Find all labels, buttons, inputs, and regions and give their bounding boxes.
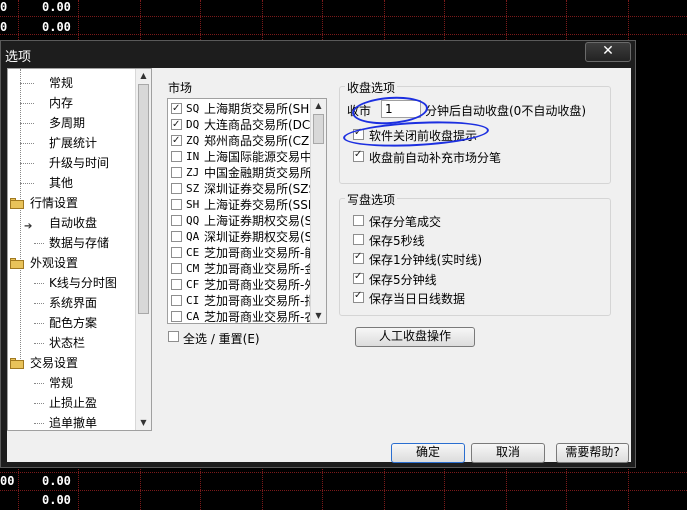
help-button[interactable]: 需要帮助? <box>556 443 629 463</box>
scroll-down-icon[interactable]: ▼ <box>136 416 151 430</box>
manual-close-button[interactable]: 人工收盘操作 <box>355 327 475 347</box>
market-checkbox[interactable] <box>171 133 182 149</box>
tree-item-appearance[interactable]: 外观设置 <box>8 253 136 273</box>
tree-item-stop-loss[interactable]: 止损止盈 <box>8 393 136 413</box>
tree-item-trade-settings[interactable]: 交易设置 <box>8 353 136 373</box>
write-option-checkbox[interactable] <box>353 271 364 284</box>
select-all-checkbox[interactable] <box>168 331 179 342</box>
tree-item-multi-period[interactable]: 多周期 <box>8 113 136 133</box>
market-scrollbar[interactable]: ▲ ▼ <box>310 99 326 323</box>
write-option-checkbox[interactable] <box>353 234 364 245</box>
market-checkbox[interactable] <box>171 151 182 162</box>
background-value: 0 <box>0 0 8 14</box>
write-option-checkbox[interactable] <box>353 290 364 303</box>
market-checkbox[interactable] <box>171 101 182 117</box>
close-button[interactable]: ✕ <box>585 42 631 62</box>
background-value: 0.00 <box>42 474 71 488</box>
market-checkbox[interactable] <box>171 311 182 322</box>
tree-item-general[interactable]: 常规 <box>8 73 136 93</box>
fill-ticks-checkbox[interactable] <box>353 149 364 162</box>
market-checkbox[interactable] <box>171 215 182 226</box>
tree-item-extended-stats[interactable]: 扩展统计 <box>8 133 136 153</box>
close-after-suffix: 分钟后自动收盘(0不自动收盘) <box>425 104 586 118</box>
settings-tree: 常规 内存 多周期 扩展统计 升级与时间 其他 行情设置 ➔ 自动收盘 数据与存… <box>7 68 152 431</box>
market-checkbox[interactable] <box>171 167 182 178</box>
write-option[interactable]: 保存当日日线数据 <box>353 290 553 306</box>
tree-item-upgrade-time[interactable]: 升级与时间 <box>8 153 136 173</box>
write-option-checkbox[interactable] <box>353 251 364 264</box>
folder-icon <box>10 198 24 209</box>
dialog-client: 常规 内存 多周期 扩展统计 升级与时间 其他 行情设置 ➔ 自动收盘 数据与存… <box>7 68 631 463</box>
fill-ticks-option[interactable]: 收盘前自动补充市场分笔 <box>353 149 573 165</box>
close-options-title: 收盘选项 <box>345 79 398 96</box>
background-value: 0.00 <box>42 493 71 507</box>
tree-item-memory[interactable]: 内存 <box>8 93 136 113</box>
scroll-up-icon[interactable]: ▲ <box>311 99 326 113</box>
write-option[interactable]: 保存1分钟线(实时线) <box>353 251 553 267</box>
background-value: 0.00 <box>42 20 71 34</box>
write-option-checkbox[interactable] <box>353 215 364 226</box>
cancel-button[interactable]: 取消 <box>471 443 545 463</box>
market-checkbox[interactable] <box>171 117 182 133</box>
tree-item-chase-cancel[interactable]: 追单撤单 <box>8 413 136 430</box>
tree-item-system-ui[interactable]: 系统界面 <box>8 293 136 313</box>
scroll-down-icon[interactable]: ▼ <box>311 309 326 323</box>
market-checkbox[interactable] <box>171 295 182 306</box>
tree-item-market-settings[interactable]: 行情设置 <box>8 193 136 213</box>
scroll-up-icon[interactable]: ▲ <box>136 69 151 83</box>
options-dialog: 选项 ✕ 常规 内存 多周期 扩展统计 升级与时间 其他 行情设置 ➔ 自动收盘… <box>0 40 636 468</box>
fill-ticks-label: 收盘前自动补充市场分笔 <box>369 151 502 165</box>
write-option[interactable]: 保存5分钟线 <box>353 271 553 287</box>
market-checkbox[interactable] <box>171 247 182 258</box>
background-value: 0.00 <box>42 0 71 14</box>
tree-item-auto-close[interactable]: ➔ 自动收盘 <box>8 213 136 233</box>
market-checkbox[interactable] <box>171 279 182 290</box>
dialog-title: 选项 <box>5 50 32 65</box>
ok-button[interactable]: 确定 <box>391 443 465 463</box>
tree-item-status-bar[interactable]: 状态栏 <box>8 333 136 353</box>
select-all-label: 全选 / 重置(E) <box>183 332 260 346</box>
tree-item-trade-general[interactable]: 常规 <box>8 373 136 393</box>
tree-item-kline[interactable]: K线与分时图 <box>8 273 136 293</box>
market-title: 市场 <box>168 81 193 95</box>
tree-item-data-storage[interactable]: 数据与存储 <box>8 233 136 253</box>
background-value: 0 <box>0 20 8 34</box>
market-checkbox[interactable] <box>171 231 182 242</box>
market-list: SQ上海期货交易所(SHF DQ大连商品交易所(DCE ZQ郑州商品交易所(CZ… <box>167 98 327 324</box>
dialog-titlebar[interactable]: 选项 ✕ <box>1 41 635 67</box>
write-option[interactable]: 保存5秒线 <box>353 233 553 248</box>
tree-item-color-scheme[interactable]: 配色方案 <box>8 313 136 333</box>
folder-icon <box>10 258 24 269</box>
folder-icon <box>10 358 24 369</box>
tree-scroll-thumb[interactable] <box>138 84 149 314</box>
market-checkbox[interactable] <box>171 263 182 274</box>
write-option[interactable]: 保存分笔成交 <box>353 214 553 229</box>
tree-item-other[interactable]: 其他 <box>8 173 136 193</box>
market-checkbox[interactable] <box>171 183 182 194</box>
market-scroll-thumb[interactable] <box>313 114 324 144</box>
tree-scrollbar[interactable]: ▲ ▼ <box>135 69 151 430</box>
background-value: 00 <box>0 474 15 488</box>
market-checkbox[interactable] <box>171 199 182 210</box>
write-options-title: 写盘选项 <box>345 191 398 208</box>
